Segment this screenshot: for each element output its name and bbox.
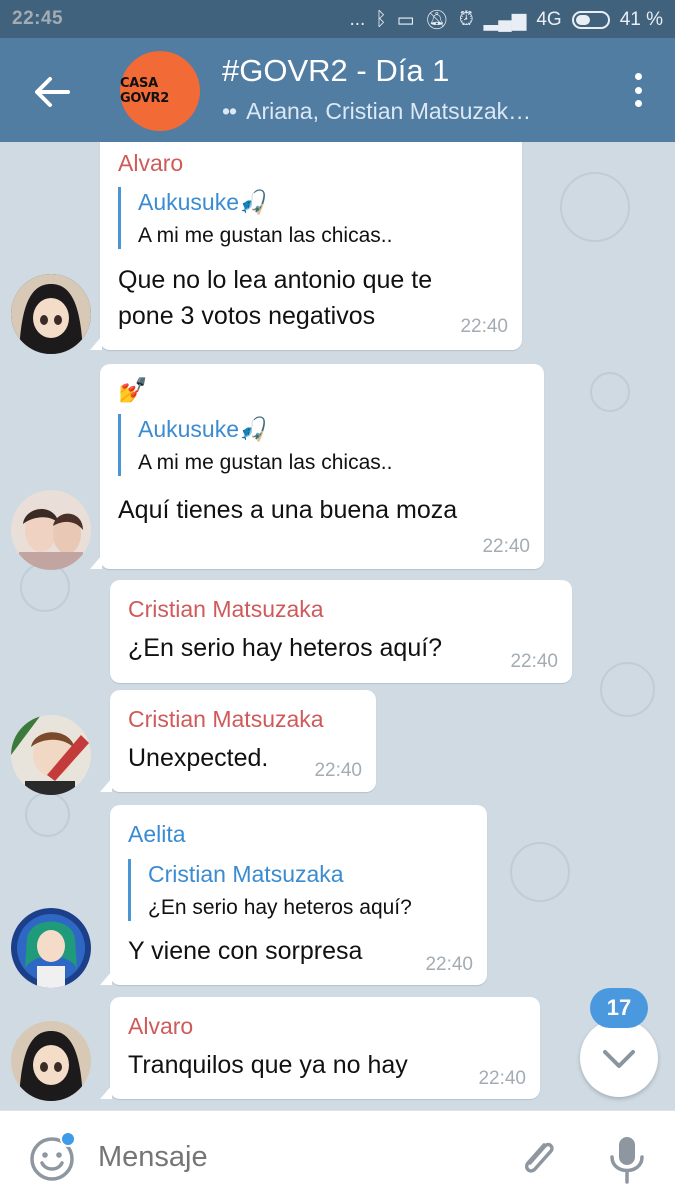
reply-author: Cristian Matsuzaka — [148, 861, 344, 887]
reply-preview[interactable]: Aukusuke🎣 A mi me gustan las chicas.. — [118, 187, 392, 249]
message-sender[interactable]: Alvaro — [128, 1013, 193, 1040]
message-sender-emoji[interactable]: 💅 — [118, 376, 148, 405]
chat-title[interactable]: #GOVR2 - Día 1 — [222, 53, 449, 89]
message-line: Que no lo lea antonio que te — [118, 266, 433, 294]
message-bubble[interactable]: Aelita Cristian Matsuzaka ¿En serio hay … — [100, 805, 487, 985]
message-composer — [0, 1110, 675, 1200]
paperclip-icon — [524, 1142, 554, 1173]
message-sender[interactable]: Aelita — [128, 821, 186, 848]
scroll-down-button[interactable] — [580, 1019, 658, 1097]
unread-count-badge[interactable]: 17 — [590, 988, 648, 1028]
bluetooth-icon: ᛒ — [375, 9, 387, 30]
message-text: Y viene con sorpresa — [128, 937, 363, 965]
message-bubble[interactable]: 💅 Aukusuke🎣 A mi me gustan las chicas.. … — [90, 364, 544, 569]
battery-icon — [571, 11, 610, 29]
avatar-user[interactable] — [11, 490, 91, 570]
background-doodle — [25, 792, 70, 837]
background-doodle — [510, 842, 570, 902]
message-input[interactable] — [98, 1137, 478, 1177]
message-time: 22:40 — [314, 760, 362, 781]
reply-preview[interactable]: Cristian Matsuzaka ¿En serio hay heteros… — [128, 859, 412, 921]
microphone-icon — [610, 1137, 644, 1184]
message-time: 22:40 — [425, 954, 473, 975]
bubble-tail — [100, 1085, 112, 1099]
message-time: 22:40 — [510, 651, 558, 672]
message-text: Aquí tienes a una buena moza — [118, 496, 458, 524]
chat-header: CASA GOVR2 #GOVR2 - Día 1 •• Ariana, Cris… — [0, 38, 675, 142]
message-text: ¿En serio hay heteros aquí? — [128, 634, 443, 662]
reply-text: ¿En serio hay heteros aquí? — [148, 896, 412, 919]
message-bubble[interactable]: Alvaro Aukusuke🎣 A mi me gustan las chic… — [90, 142, 522, 350]
message-text: Tranquilos que ya no hay — [128, 1051, 408, 1079]
avatar-aelita[interactable] — [11, 908, 91, 988]
signal-icon: ▂▄▆ — [483, 9, 527, 31]
chat-subtitle: •• Ariana, Cristian Matsuzak… — [222, 98, 582, 125]
typing-indicator-icon: •• — [222, 98, 237, 124]
bubble-tail — [90, 336, 102, 350]
message-line: pone 3 votos negativos — [118, 302, 376, 330]
message-bubble[interactable]: Cristian Matsuzaka ¿En serio hay heteros… — [110, 580, 572, 683]
avatar-cristian[interactable] — [11, 715, 91, 795]
reply-text: A mi me gustan las chicas.. — [138, 451, 393, 474]
background-doodle — [560, 172, 630, 242]
members-list: Ariana, Cristian Matsuzak… — [246, 98, 532, 124]
battery-level: 41 % — [619, 9, 663, 30]
alarm-icon: ⏰︎ — [458, 9, 474, 30]
message-text: Que no lo lea antonio que te pone 3 voto… — [118, 262, 432, 334]
background-doodle — [590, 372, 630, 412]
microphone-button[interactable] — [605, 1133, 649, 1185]
bubble-tail — [100, 778, 112, 792]
message-sender[interactable]: Alvaro — [118, 150, 183, 177]
vibrate-icon: ▭ — [396, 9, 415, 31]
background-doodle — [600, 662, 655, 717]
network-type: 4G — [536, 9, 562, 30]
reply-text: A mi me gustan las chicas.. — [138, 224, 393, 247]
more-notifications-icon: ... — [349, 9, 366, 30]
message-sender[interactable]: Cristian Matsuzaka — [128, 596, 324, 623]
chat-area[interactable]: Alvaro Aukusuke🎣 A mi me gustan las chic… — [0, 142, 675, 1110]
message-text: Unexpected. — [128, 744, 269, 772]
message-sender[interactable]: Cristian Matsuzaka — [128, 706, 324, 733]
chevron-down-icon — [603, 1050, 635, 1068]
more-options-icon[interactable] — [633, 73, 643, 107]
reply-preview[interactable]: Aukusuke🎣 A mi me gustan las chicas.. — [118, 414, 392, 476]
reply-author: Aukusuke🎣 — [138, 416, 268, 442]
bubble-tail — [100, 971, 112, 985]
status-bar: 22:45 ... ᛒ ▭ 🔕︎ ⏰︎ ▂▄▆ 4G 41 % — [0, 0, 675, 38]
message-bubble[interactable]: Alvaro Tranquilos que ya no hay 22:40 — [100, 997, 540, 1099]
avatar-alvaro[interactable] — [11, 274, 91, 354]
avatar-alvaro[interactable] — [11, 1021, 91, 1101]
mute-bell-icon: 🔕︎ — [424, 10, 449, 31]
group-avatar[interactable]: CASA GOVR2 — [120, 51, 200, 131]
bubble-tail — [90, 555, 102, 569]
message-time: 22:40 — [460, 316, 508, 337]
message-time: 22:40 — [478, 1068, 526, 1089]
emoji-notification-dot — [60, 1131, 76, 1147]
reply-author: Aukusuke🎣 — [138, 189, 268, 215]
back-arrow-icon[interactable] — [28, 68, 76, 116]
attach-button[interactable] — [514, 1133, 562, 1181]
message-time: 22:40 — [482, 536, 530, 557]
status-icons: ... ᛒ ▭ 🔕︎ ⏰︎ ▂▄▆ 4G 41 % — [349, 8, 663, 32]
message-bubble[interactable]: Cristian Matsuzaka Unexpected. 22:40 — [100, 690, 376, 792]
